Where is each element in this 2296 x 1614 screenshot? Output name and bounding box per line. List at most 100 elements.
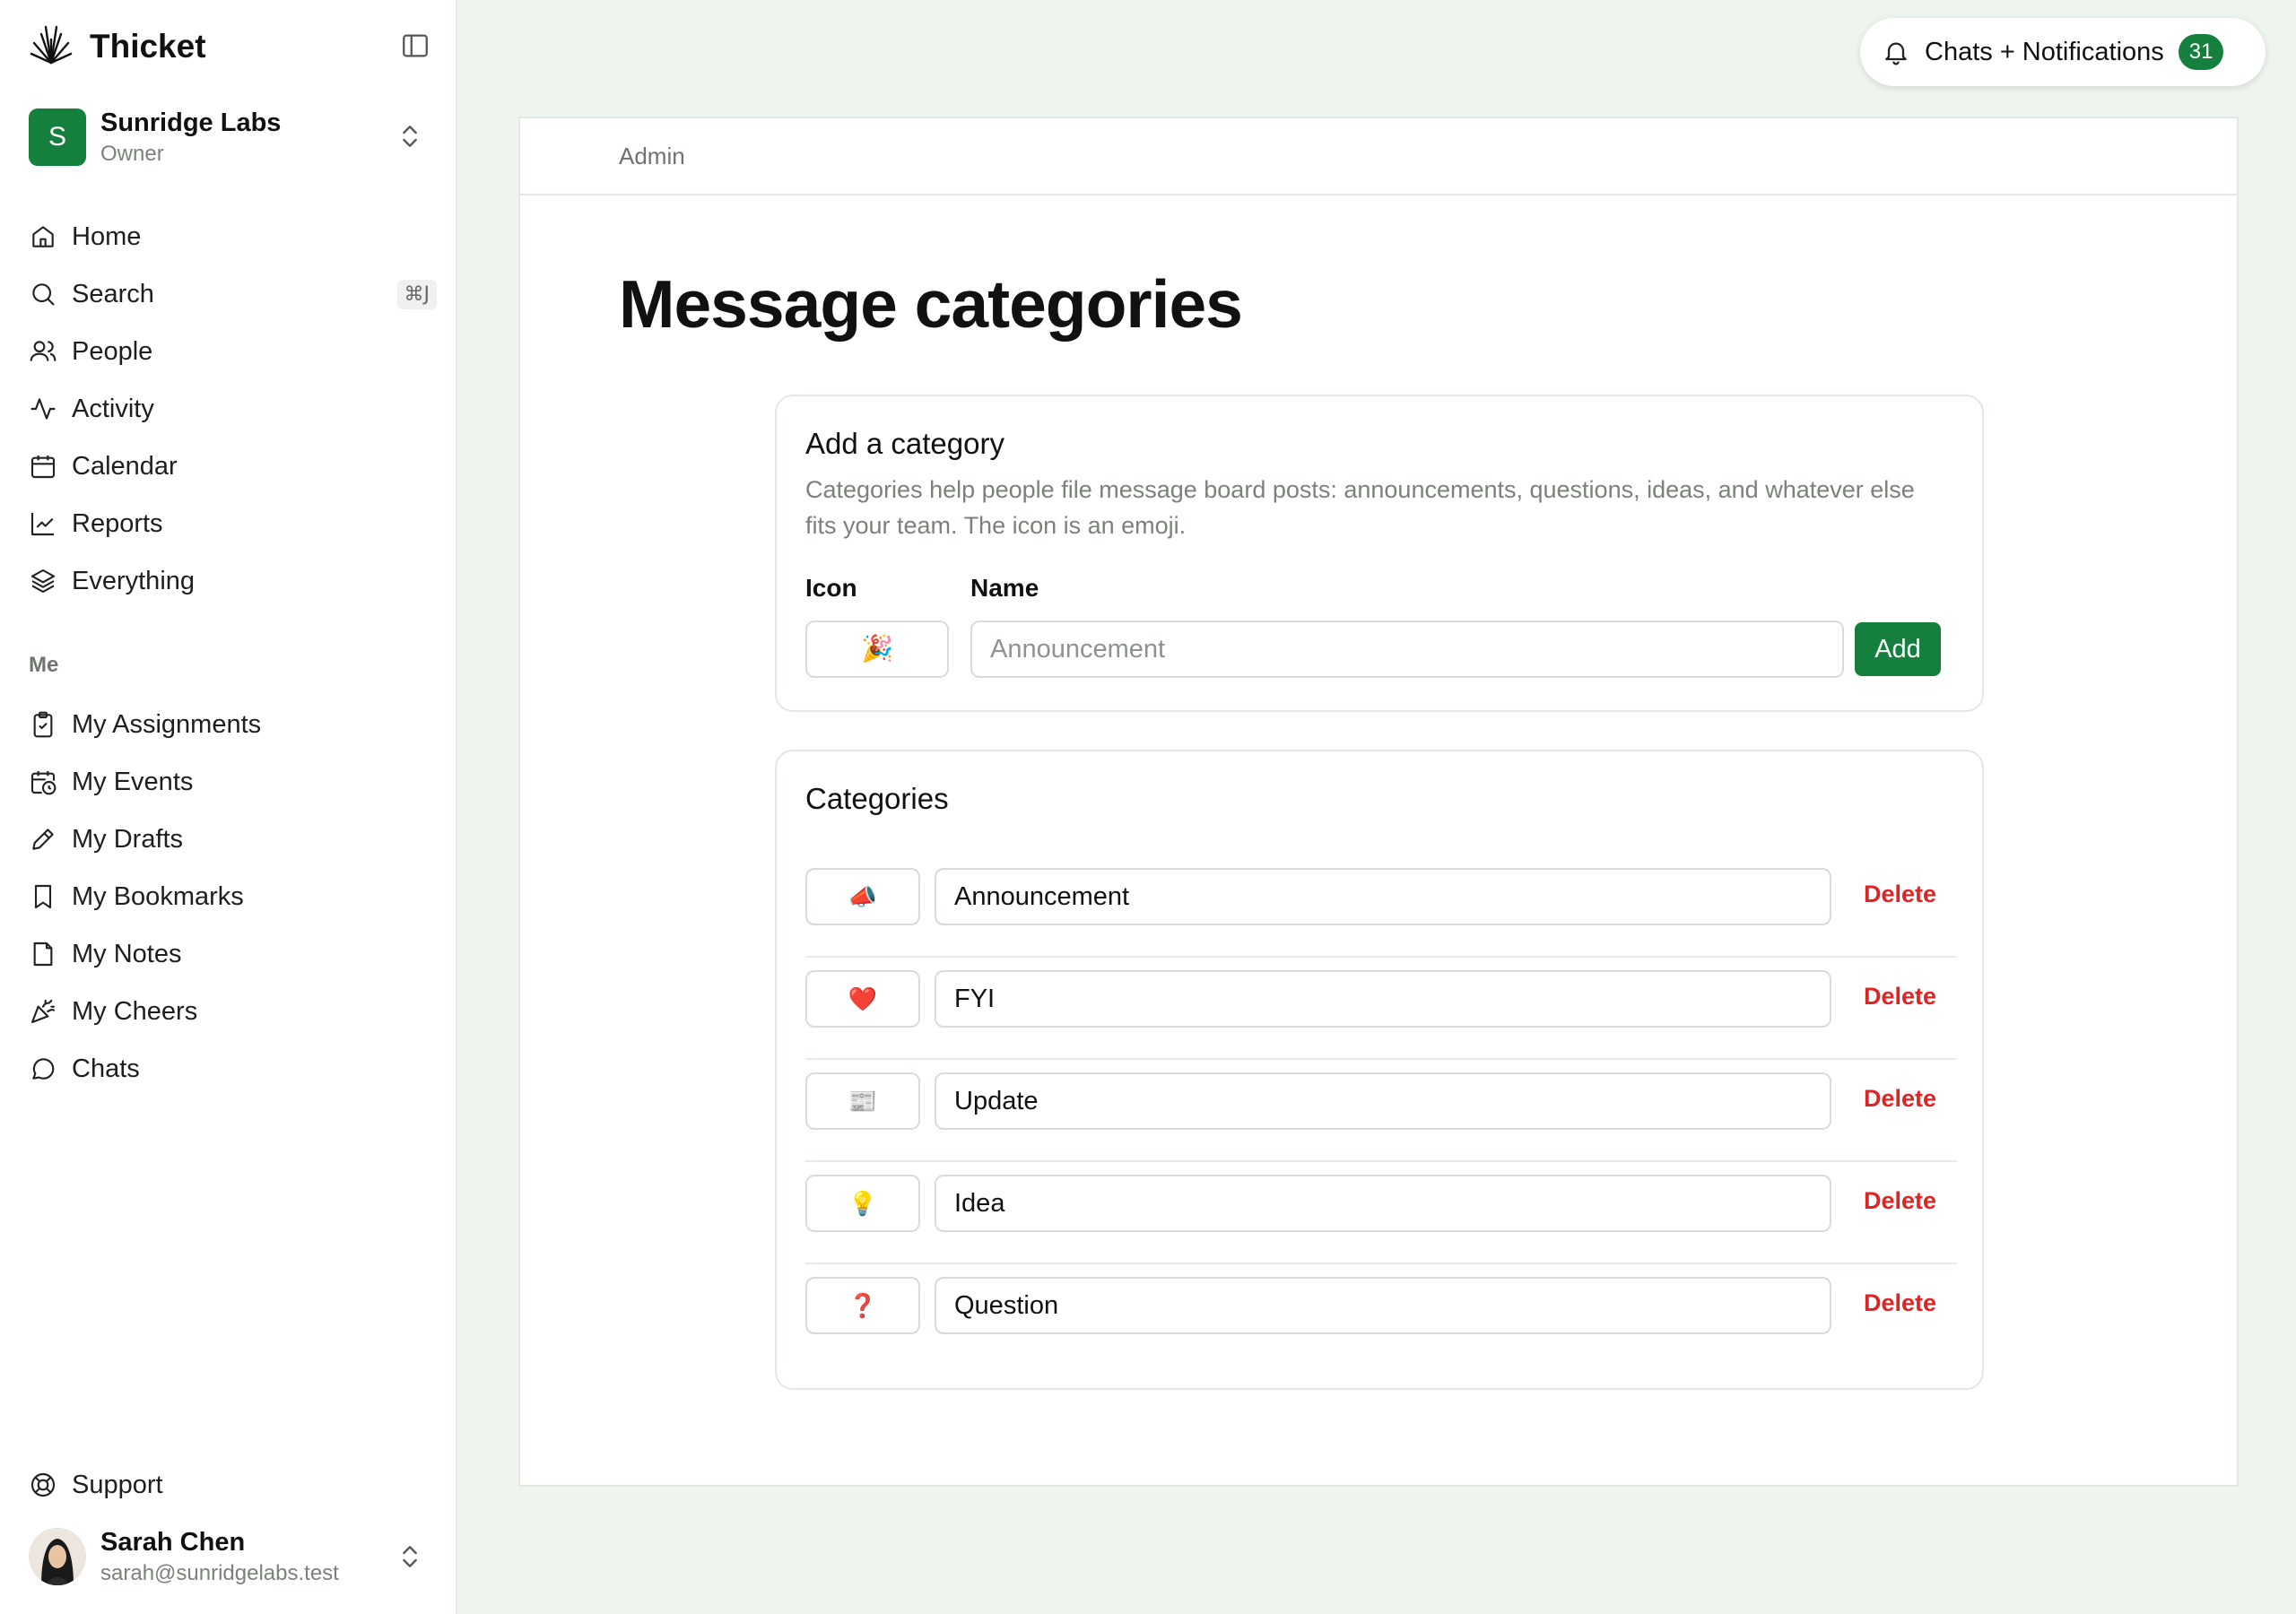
add-category-button[interactable]: Add bbox=[1855, 622, 1941, 676]
people-icon bbox=[30, 341, 57, 361]
category-icon-input[interactable]: 📣 bbox=[805, 868, 920, 925]
nav-item-my-cheers[interactable]: My Cheers bbox=[29, 983, 437, 1040]
add-category-description: Categories help people file message boar… bbox=[805, 476, 1915, 539]
nav-item-home[interactable]: Home bbox=[29, 208, 437, 265]
brand[interactable]: Thicket bbox=[29, 22, 206, 71]
main-nav: Home Search ⌘J People Activity Calendar … bbox=[29, 208, 437, 610]
pencil-icon bbox=[32, 829, 54, 850]
delete-category-button[interactable]: Delete bbox=[1864, 1085, 1936, 1113]
category-icon-input[interactable]: ❓ bbox=[805, 1277, 920, 1334]
category-icon: ❤️ bbox=[848, 985, 878, 1012]
nav-item-my-events[interactable]: My Events bbox=[29, 753, 437, 811]
nav-label: Calendar bbox=[72, 451, 178, 481]
chat-bubble-icon bbox=[32, 1058, 55, 1080]
nav-item-calendar[interactable]: Calendar bbox=[29, 438, 437, 495]
category-name-input[interactable]: Idea bbox=[935, 1175, 1831, 1232]
category-row: ❓ Question Delete bbox=[805, 1264, 1957, 1367]
category-name-input[interactable]: Update bbox=[935, 1072, 1831, 1130]
icon-input-value: 🎉 bbox=[860, 635, 894, 664]
notifications-label: Chats + Notifications bbox=[1925, 37, 2164, 66]
add-category-card: Add a category Categories help people fi… bbox=[775, 395, 1984, 712]
layers-icon bbox=[30, 568, 56, 594]
bookmark-icon bbox=[34, 884, 52, 909]
home-icon bbox=[32, 226, 54, 247]
nav-item-everything[interactable]: Everything bbox=[29, 552, 437, 610]
nav-label: My Events bbox=[72, 767, 194, 796]
notification-count-badge: 31 bbox=[2178, 34, 2224, 70]
user-menu[interactable]: Sarah Chen sarah@sunridgelabs.test bbox=[29, 1524, 437, 1589]
categories-card: Categories 📣 Announcement Delete ❤️ FYI … bbox=[775, 750, 1984, 1390]
categories-title: Categories bbox=[805, 782, 949, 815]
nav-label: My Assignments bbox=[72, 709, 262, 739]
note-icon bbox=[33, 941, 53, 967]
icon-emoji-input[interactable]: 🎉 bbox=[805, 620, 949, 678]
clipboard-check-icon bbox=[33, 711, 53, 738]
page-title: Message categories bbox=[619, 266, 1243, 342]
shortcut-badge: ⌘J bbox=[396, 280, 437, 309]
section-label-me: Me bbox=[29, 653, 59, 677]
category-icon-input[interactable]: 📰 bbox=[805, 1072, 920, 1130]
avatar bbox=[29, 1528, 86, 1585]
lifebuoy-icon bbox=[30, 1472, 56, 1497]
workspace-name: Sunridge Labs bbox=[100, 108, 282, 137]
name-input-placeholder: Announcement bbox=[990, 634, 1166, 664]
chart-icon bbox=[30, 513, 54, 536]
nav-label: My Drafts bbox=[72, 824, 184, 854]
icon-field-label: Icon bbox=[805, 574, 857, 602]
nav-label: My Cheers bbox=[72, 996, 198, 1026]
workspace-avatar: S bbox=[29, 108, 86, 166]
chevron-up-down-icon bbox=[396, 120, 424, 157]
bell-icon bbox=[1885, 42, 1907, 65]
app-name: Thicket bbox=[90, 27, 206, 65]
category-name-input[interactable]: Question bbox=[935, 1277, 1831, 1334]
nav-item-people[interactable]: People bbox=[29, 323, 437, 380]
breadcrumb: Admin bbox=[520, 118, 2237, 195]
nav-label: Search bbox=[72, 279, 154, 308]
nav-item-reports[interactable]: Reports bbox=[29, 495, 437, 552]
category-icon: ❓ bbox=[848, 1291, 878, 1319]
search-icon bbox=[32, 283, 55, 306]
name-field-label: Name bbox=[970, 574, 1039, 602]
category-name-input[interactable]: Announcement bbox=[935, 868, 1831, 925]
nav-label: Home bbox=[72, 221, 142, 251]
nav-item-activity[interactable]: Activity bbox=[29, 380, 437, 438]
delete-category-button[interactable]: Delete bbox=[1864, 1289, 1936, 1317]
nav-label: My Notes bbox=[72, 939, 182, 968]
nav-item-chats[interactable]: Chats bbox=[29, 1040, 437, 1098]
nav-label: People bbox=[72, 336, 153, 366]
calendar-icon bbox=[30, 456, 56, 479]
nav-item-support[interactable]: Support bbox=[29, 1456, 437, 1514]
nav-item-my-bookmarks[interactable]: My Bookmarks bbox=[29, 868, 437, 925]
user-name: Sarah Chen bbox=[100, 1527, 246, 1557]
category-icon-input[interactable]: ❤️ bbox=[805, 970, 920, 1028]
chats-notifications-button[interactable]: Chats + Notifications 31 bbox=[1860, 18, 2266, 86]
category-row: 📣 Announcement Delete bbox=[805, 855, 1957, 958]
nav-label: Chats bbox=[72, 1054, 140, 1083]
nav-item-search[interactable]: Search ⌘J bbox=[29, 265, 437, 323]
nav-label: Everything bbox=[72, 566, 196, 595]
thicket-logo-icon bbox=[29, 22, 74, 71]
category-name-input[interactable]: FYI bbox=[935, 970, 1831, 1028]
delete-category-button[interactable]: Delete bbox=[1864, 1187, 1936, 1215]
workspace-switcher[interactable]: S Sunridge Labs Owner bbox=[29, 106, 437, 169]
category-row: 💡 Idea Delete bbox=[805, 1162, 1957, 1264]
nav-item-my-assignments[interactable]: My Assignments bbox=[29, 696, 437, 753]
collapse-sidebar-button[interactable] bbox=[400, 30, 436, 63]
delete-category-button[interactable]: Delete bbox=[1864, 881, 1936, 908]
category-icon: 💡 bbox=[848, 1189, 878, 1217]
nav-label: My Bookmarks bbox=[72, 881, 244, 911]
add-category-title: Add a category bbox=[805, 427, 1004, 460]
category-icon-input[interactable]: 💡 bbox=[805, 1175, 920, 1232]
category-name-input[interactable]: Announcement bbox=[970, 620, 1844, 678]
calendar-clock-icon bbox=[30, 771, 57, 795]
category-icon: 📣 bbox=[848, 882, 878, 910]
me-nav: My Assignments My Events My Drafts My Bo… bbox=[29, 696, 437, 1098]
nav-item-my-notes[interactable]: My Notes bbox=[29, 925, 437, 983]
delete-category-button[interactable]: Delete bbox=[1864, 983, 1936, 1011]
category-row: 📰 Update Delete bbox=[805, 1060, 1957, 1162]
nav-item-my-drafts[interactable]: My Drafts bbox=[29, 811, 437, 868]
breadcrumb-admin[interactable]: Admin bbox=[619, 143, 685, 170]
category-row: ❤️ FYI Delete bbox=[805, 958, 1957, 1060]
support-nav: Support bbox=[29, 1456, 437, 1514]
activity-icon bbox=[30, 398, 56, 420]
